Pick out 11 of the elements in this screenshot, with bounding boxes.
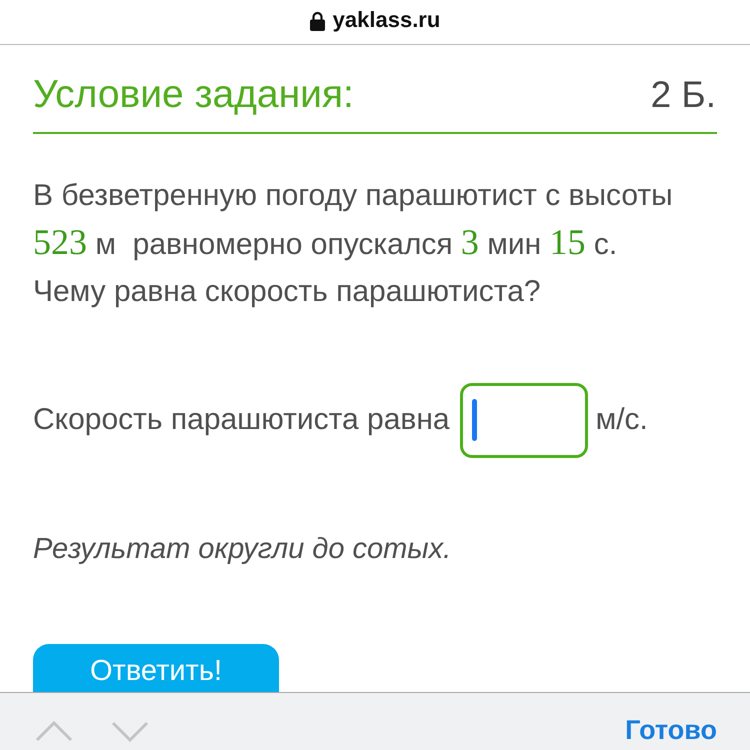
answer-field[interactable] — [460, 382, 588, 458]
points-label: 2 Б. — [650, 73, 717, 117]
unit-label: м/с. — [596, 402, 648, 438]
submit-button[interactable]: Ответить! — [33, 644, 279, 692]
url-text: yaklass.ru — [332, 9, 440, 34]
task-title: Условие задания: — [33, 72, 354, 118]
done-button[interactable]: Готово — [625, 698, 717, 746]
answer-label: Скорость парашютиста равна — [33, 402, 450, 438]
question-text: В безветренную погоду парашютист с высоты 523 м равномерно опускался 3 мин 15 с. Чему равна скорость парашютиста? — [33, 178, 674, 310]
hint-text: Результат округли до сотых. — [33, 532, 452, 567]
text-cursor-icon — [472, 399, 477, 441]
